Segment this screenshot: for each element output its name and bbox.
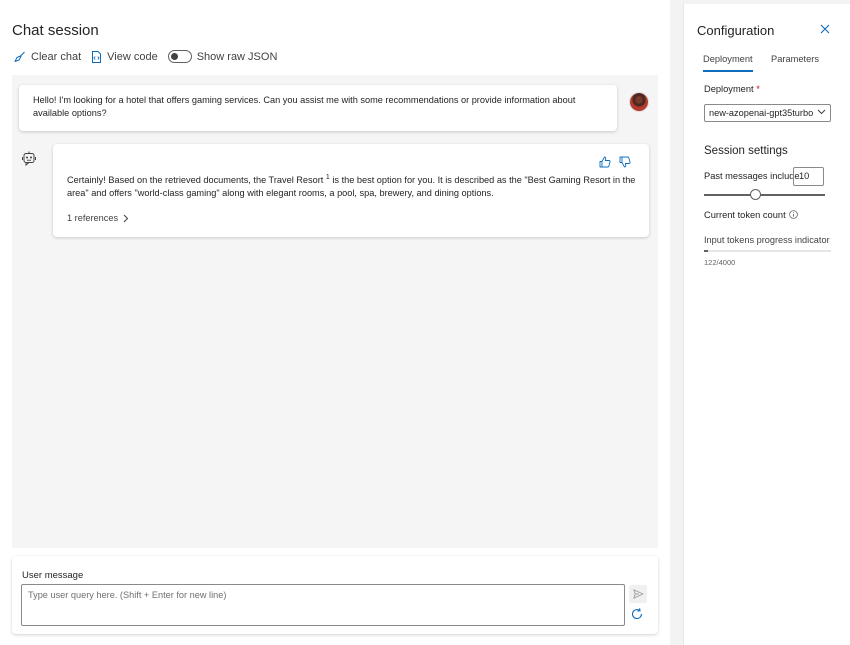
refresh-icon[interactable] — [630, 607, 644, 621]
assistant-text-part-1: Certainly! Based on the retrieved docume… — [67, 175, 326, 185]
clear-chat-button[interactable]: Clear chat — [14, 51, 81, 63]
info-icon[interactable] — [789, 210, 798, 219]
configuration-panel: Configuration Deployment Parameters Depl… — [683, 4, 850, 645]
chat-title: Chat session — [12, 22, 99, 39]
user-message-text: Hello! I'm looking for a hotel that offe… — [33, 95, 576, 118]
tab-parameters[interactable]: Parameters — [771, 54, 819, 64]
bot-icon — [22, 151, 36, 166]
toggle-knob — [170, 53, 178, 60]
deployment-select[interactable]: new-azopenai-gpt35turbo — [704, 104, 831, 122]
clear-chat-label: Clear chat — [31, 50, 82, 63]
chevron-down-icon — [817, 109, 826, 115]
user-avatar — [629, 92, 649, 112]
user-message-card: User message — [12, 556, 658, 634]
required-marker: * — [756, 84, 760, 94]
session-settings-title: Session settings — [704, 145, 788, 157]
code-file-icon — [92, 50, 102, 63]
tab-deployment[interactable]: Deployment — [703, 54, 753, 64]
configuration-title: Configuration — [697, 23, 775, 38]
past-messages-input[interactable]: 10 — [793, 167, 824, 186]
user-message-bubble: Hello! I'm looking for a hotel that offe… — [19, 85, 617, 131]
chat-messages-area[interactable]: Hello! I'm looking for a hotel that offe… — [12, 75, 658, 548]
progress-indicator-label: Input tokens progress indicator — [704, 235, 830, 245]
view-code-label: View code — [107, 50, 158, 63]
references-expander[interactable]: 1 references — [67, 212, 129, 225]
past-messages-slider-thumb[interactable] — [750, 189, 761, 200]
deployment-select-value: new-azopenai-gpt35turbo — [709, 108, 814, 118]
thumbs-up-icon[interactable] — [599, 156, 611, 168]
broom-icon — [14, 51, 25, 62]
chat-toolbar: Clear chat View code Show raw JSON — [14, 50, 287, 63]
assistant-message-text: Certainly! Based on the retrieved docume… — [67, 174, 637, 200]
chat-session-panel: Chat session Clear chat View code Show r… — [0, 0, 670, 645]
toggle-switch[interactable] — [167, 50, 192, 63]
token-progress-fill — [704, 250, 708, 252]
references-label: 1 references — [67, 213, 119, 223]
send-icon — [632, 589, 643, 599]
show-raw-json-toggle[interactable]: Show raw JSON — [167, 50, 278, 63]
token-count-value: 122/4000 — [704, 258, 736, 267]
user-message-input[interactable] — [21, 584, 625, 626]
chevron-right-icon — [123, 214, 129, 223]
active-tab-indicator — [703, 70, 753, 72]
user-message-label: User message — [22, 570, 84, 581]
deployment-label: Deployment * — [704, 84, 760, 94]
past-messages-label: Past messages include — [704, 171, 800, 181]
show-raw-json-label: Show raw JSON — [196, 50, 278, 63]
assistant-message-bubble: Certainly! Based on the retrieved docume… — [53, 144, 649, 237]
view-code-button[interactable]: View code — [91, 50, 158, 63]
feedback-buttons — [591, 156, 631, 168]
panel-divider — [670, 0, 683, 645]
thumbs-down-icon[interactable] — [619, 156, 631, 168]
past-messages-slider-track[interactable] — [704, 194, 825, 196]
close-icon[interactable] — [820, 24, 830, 34]
token-progress-bar — [704, 250, 831, 252]
token-count-label: Current token count — [704, 210, 786, 220]
deployment-label-text: Deployment — [704, 84, 754, 94]
send-button[interactable] — [629, 585, 647, 603]
